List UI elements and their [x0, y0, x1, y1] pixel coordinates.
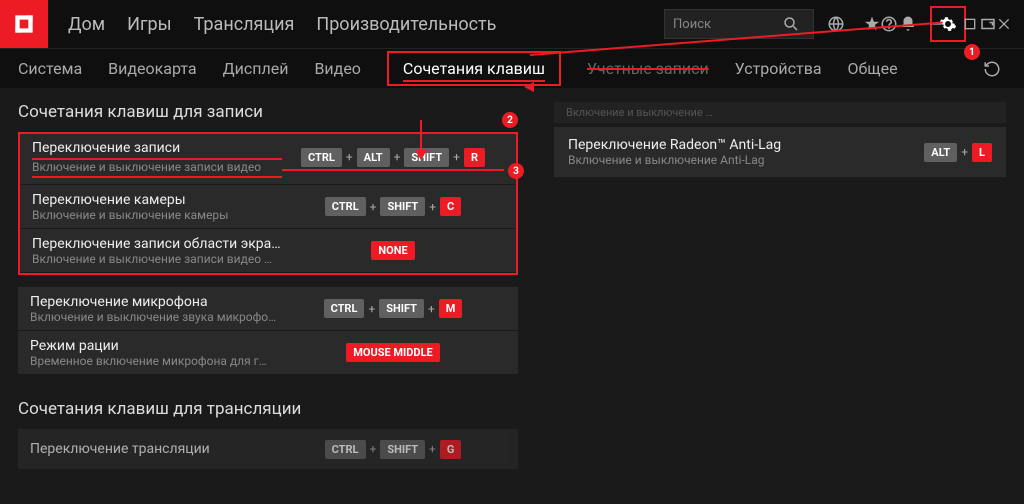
key-final: NONE — [371, 241, 414, 260]
hotkey-row-camera[interactable]: Переключение камеры Включение и выключен… — [20, 185, 516, 229]
key-final: G — [440, 440, 462, 459]
tab-video[interactable]: Видео — [314, 51, 360, 86]
key-final: L — [972, 143, 992, 162]
amd-logo — [0, 0, 48, 48]
tab-display[interactable]: Дисплей — [223, 51, 289, 86]
key-final: M — [439, 299, 463, 318]
nav-perf[interactable]: Производительность — [316, 14, 496, 35]
key-final: MOUSE MIDDLE — [346, 343, 439, 362]
tab-hotkeys[interactable]: Сочетания клавиш — [387, 51, 561, 86]
tab-system[interactable]: Система — [18, 51, 82, 86]
hotkey-row-mic[interactable]: Переключение микрофона Включение и выклю… — [18, 287, 518, 331]
tab-accounts[interactable]: Учетные записи — [587, 51, 709, 86]
hotkey-row-antilag[interactable]: Переключение Radeon™ Anti-Lag Включение … — [554, 127, 1006, 177]
globe-icon[interactable] — [822, 10, 850, 38]
key: SHIFT — [379, 299, 424, 318]
hotkey-row-ptt[interactable]: Режим рации Временное включение микрофон… — [18, 331, 518, 375]
tab-general[interactable]: Общее — [848, 51, 898, 86]
key: CTRL — [325, 440, 366, 459]
nav-games[interactable]: Игры — [127, 14, 171, 35]
nav-stream[interactable]: Трансляция — [194, 14, 295, 35]
hotkey-row-record[interactable]: Переключение записи Включение и выключен… — [20, 134, 516, 185]
main-nav: Дом Игры Трансляция Производительность — [68, 14, 496, 35]
partial-row: Включение и выключение … — [554, 102, 1006, 123]
annotation-marker-2: 2 — [502, 112, 518, 128]
annotation-arrowhead-1 — [524, 82, 534, 92]
undo-icon[interactable] — [978, 55, 1006, 83]
key-final: R — [464, 148, 485, 167]
hotkey-group-recording: Переключение записи Включение и выключен… — [18, 132, 518, 275]
key-final: C — [440, 197, 461, 216]
maximize-icon[interactable] — [962, 10, 978, 38]
close-icon[interactable] — [996, 10, 1012, 38]
tab-devices[interactable]: Устройства — [735, 51, 822, 86]
key: SHIFT — [380, 197, 425, 216]
annotation-arrowhead-2 — [415, 150, 427, 160]
annotation-marker-1: 1 — [964, 44, 980, 60]
nav-home[interactable]: Дом — [68, 14, 105, 35]
section-recording-title: Сочетания клавиш для записи — [18, 102, 518, 122]
hotkey-row-region[interactable]: Переключение записи области экра… Включе… — [20, 229, 516, 273]
key: CTRL — [324, 299, 365, 318]
tab-gpu[interactable]: Видеокарта — [108, 51, 196, 86]
annotation-arrow-2 — [420, 120, 422, 152]
key: ALT — [357, 148, 390, 167]
key: ALT — [924, 143, 957, 162]
hotkey-group-mic: Переключение микрофона Включение и выклю… — [18, 287, 518, 375]
section-streaming-title: Сочетания клавиш для трансляции — [18, 399, 518, 419]
key: CTRL — [325, 197, 366, 216]
key: CTRL — [301, 148, 342, 167]
annotation-marker-3: 3 — [508, 163, 524, 179]
hotkey-row-stream[interactable]: Переключение трансляции CTRL+ SHIFT+ G — [18, 429, 518, 469]
key: SHIFT — [380, 440, 425, 459]
